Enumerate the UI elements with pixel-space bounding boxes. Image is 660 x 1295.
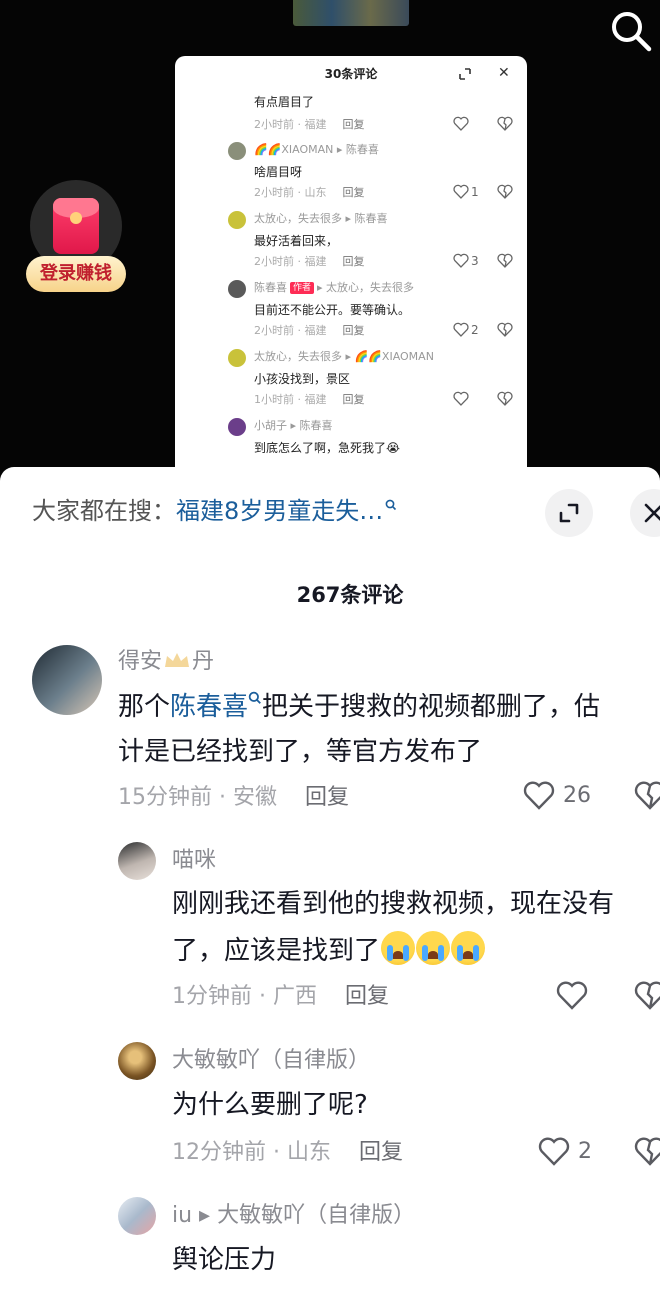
search-icon [612,12,652,52]
expand-button[interactable] [545,489,593,537]
reply-button[interactable]: 回复 [359,1140,403,1165]
like-count: 2 [578,1138,592,1164]
like-button[interactable]: 26 [523,780,591,810]
login-earn-badge[interactable]: 登录赚钱 [26,180,126,296]
comment-meta: 15分钟前 · 安徽 回复 [118,785,350,810]
comment-meta: 12分钟前 · 山东 回复 [172,1140,404,1165]
comment-text: 舆论压力 [172,1245,277,1275]
avatar[interactable] [118,842,156,880]
search-button[interactable] [608,8,654,54]
video-frame-image [293,0,409,26]
reply-button[interactable]: 回复 [345,984,389,1009]
avatar [228,142,246,160]
trending-search-link[interactable]: 大家都在搜：福建8岁男童走失… [32,491,502,531]
comment-username[interactable]: 得安丹 [118,647,214,677]
dislike-icon [497,116,513,131]
login-earn-label: 登录赚钱 [26,256,126,292]
comment-text: 计是已经找到了，等官方发布了 [118,737,483,767]
expand-icon [459,68,471,80]
like-button[interactable]: 2 [538,1136,592,1166]
heart-icon [556,981,588,1010]
heart-icon [538,1137,570,1166]
comment-text: 那个陈春喜 把关于搜救的视频都删了，估 [118,691,601,722]
mini-panel-title: 30条评论 [324,67,378,81]
search-icon [248,691,261,704]
close-icon [644,503,660,523]
dislike-icon [497,391,513,406]
comment-meta: 1分钟前 · 广西 回复 [172,984,390,1009]
close-button[interactable] [630,489,660,537]
dislike-icon[interactable] [634,780,660,810]
crying-emoji-icon [451,931,486,965]
heart-icon [523,781,555,810]
avatar[interactable] [118,1197,156,1235]
crying-emoji-icon [416,931,451,965]
close-icon: ✕ [498,65,510,81]
dislike-icon [497,253,513,268]
comment-count-title: 267条评论 [296,583,404,607]
comment-text: 了，应该是找到了 [172,929,486,974]
avatar[interactable] [118,1042,156,1080]
author-badge: 作者 [290,282,315,294]
comment-username[interactable]: 大敏敏吖（自律版） [172,1046,370,1076]
like-icon: 1 [453,184,479,199]
comment-username[interactable]: iu ▸ 大敏敏吖（自律版） [172,1201,415,1231]
reply-button[interactable]: 回复 [305,785,349,810]
avatar [228,349,246,367]
avatar [228,418,246,436]
comment-sheet: 大家都在搜：福建8岁男童走失… 267条评论 得安丹 那个陈春喜 把关于搜救的视频… [0,467,660,1295]
dislike-icon[interactable] [634,1136,660,1166]
expand-icon [559,503,579,523]
comment-text: 刚刚我还看到他的搜救视频，现在没有 [172,889,615,919]
mention-link[interactable]: 陈春喜 [170,692,248,722]
like-icon: 2 [453,322,479,337]
dislike-icon[interactable] [634,980,660,1010]
dislike-icon [497,322,513,337]
avatar [228,280,246,298]
crying-emoji-icon [381,931,416,965]
comment-username[interactable]: 喵咪 [172,846,216,876]
red-envelope-icon [53,198,99,254]
avatar [228,211,246,229]
like-icon [453,391,469,406]
crown-icon [165,653,190,667]
like-count: 26 [563,782,591,808]
comment-text: 为什么要删了呢? [172,1090,368,1120]
like-button[interactable] [556,980,588,1010]
search-icon [385,499,397,511]
video-player[interactable]: 登录赚钱 30条评论 ✕ 有点眉目了 2小时前 · 福建 回复 🌈🌈XIAOMAN… [0,0,660,490]
embedded-comment-screenshot: 30条评论 ✕ 有点眉目了 2小时前 · 福建 回复 🌈🌈XIAOMAN ▸ 陈春… [175,56,527,486]
like-icon: 3 [453,253,479,268]
like-icon [453,116,469,131]
dislike-icon [497,184,513,199]
avatar[interactable] [32,645,102,715]
